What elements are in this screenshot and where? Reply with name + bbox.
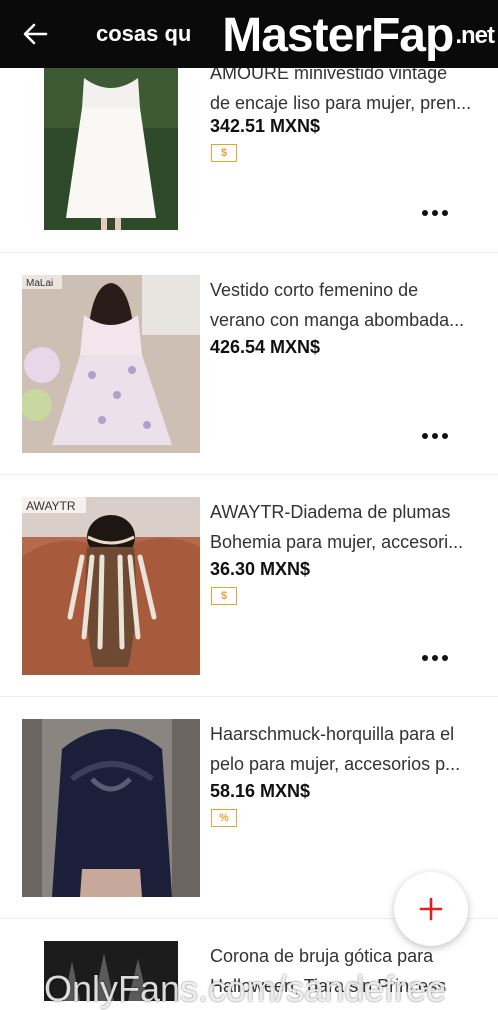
back-arrow-icon[interactable] xyxy=(22,20,50,48)
thumb-brand-label: AWAYTR xyxy=(26,499,76,513)
product-name-line2: de encaje liso para mujer, pren... xyxy=(210,93,472,113)
product-name-line2: verano con manga abombada... xyxy=(210,310,465,330)
product-name-line2: pelo para mujer, accesorios p... xyxy=(210,754,461,774)
product-name[interactable]: Vestido corto femenino de verano con man… xyxy=(210,275,480,335)
product-price: 426.54 MXN$ xyxy=(210,337,321,357)
watermark-bottom: OnlyFans.com/sandefree xyxy=(44,968,447,1009)
watermark-top-main: MasterFap xyxy=(222,9,454,62)
product-image[interactable] xyxy=(44,68,178,230)
list-item[interactable]: AWAYTR AWAYTR-Diadema de plumas Bohemia … xyxy=(0,474,498,697)
product-image[interactable] xyxy=(22,719,200,897)
watermark-top-suffix: .net xyxy=(455,22,495,49)
thumb-brand-label: MaLai xyxy=(26,278,53,289)
product-name-line1: Haarschmuck-horquilla para el xyxy=(210,724,455,744)
coin-badge: $ xyxy=(211,587,237,605)
product-name[interactable]: AWAYTR-Diadema de plumas Bohemia para mu… xyxy=(210,497,480,557)
add-button[interactable] xyxy=(394,872,468,946)
more-options-icon[interactable] xyxy=(422,433,448,439)
more-options-icon[interactable] xyxy=(422,655,448,661)
product-image[interactable]: AWAYTR xyxy=(22,497,200,675)
product-price: 342.51 MXN$ xyxy=(210,116,321,136)
product-name[interactable]: Haarschmuck-horquilla para el pelo para … xyxy=(210,719,480,779)
watermark-top: MasterFap.net xyxy=(222,9,495,62)
product-price: 36.30 MXN$ xyxy=(210,559,311,579)
coin-badge: $ xyxy=(211,144,237,162)
more-options-icon[interactable] xyxy=(422,210,448,216)
product-name-line1: Corona de bruja gótica para xyxy=(210,946,434,966)
product-price: 58.16 MXN$ xyxy=(210,781,311,801)
page-title: cosas qu xyxy=(96,21,192,46)
product-name-line1: AWAYTR-Diadema de plumas xyxy=(210,502,451,522)
product-image[interactable]: MaLai xyxy=(22,275,200,453)
list-item[interactable]: MaLai Vestido corto femenino de verano c… xyxy=(0,252,498,475)
list-item[interactable]: AMOURE minivestido vintage de encaje lis… xyxy=(0,63,498,252)
discount-badge: % xyxy=(211,809,237,827)
product-name-line1: Vestido corto femenino de xyxy=(210,280,419,300)
plus-icon xyxy=(419,897,443,921)
product-name-line2: Bohemia para mujer, accesori... xyxy=(210,532,464,552)
